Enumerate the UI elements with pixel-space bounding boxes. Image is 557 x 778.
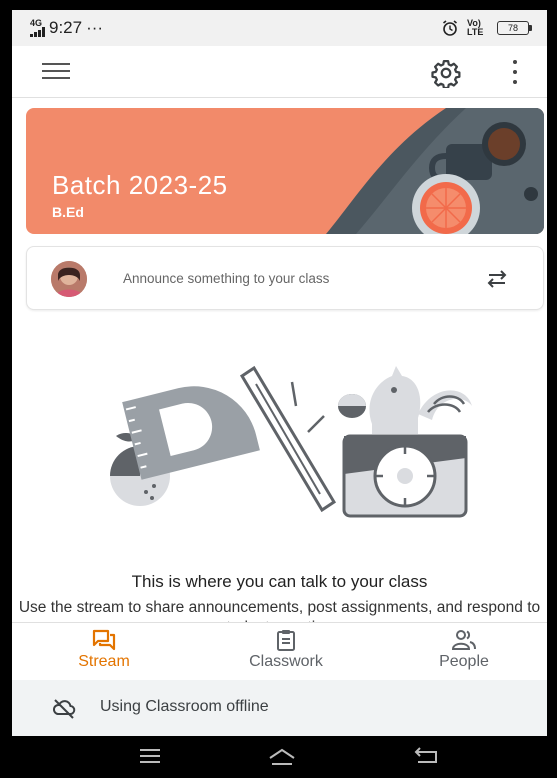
network-type: 4G (30, 18, 43, 28)
people-icon (452, 630, 476, 650)
system-nav-bar (12, 736, 547, 778)
tab-people-label: People (439, 653, 489, 670)
tab-classwork-label: Classwork (249, 653, 323, 670)
hamburger-icon[interactable] (42, 63, 70, 81)
stream-icon (92, 629, 116, 651)
tab-stream-label: Stream (78, 653, 130, 670)
status-right: Vo) LTE 78 (441, 18, 532, 37)
avatar-photo (51, 261, 87, 297)
announce-card[interactable]: Announce something to your class (26, 246, 544, 310)
signal-icon (30, 27, 45, 37)
volte-indicator: Vo) LTE (467, 18, 484, 37)
recents-icon[interactable] (138, 746, 162, 766)
cloud-off-icon (52, 699, 76, 719)
status-dots: ··· (86, 18, 104, 37)
empty-state-title: This is where you can talk to your class (131, 572, 428, 591)
status-bar: 4G 9:27 ··· Vo) LTE 78 (12, 10, 547, 46)
gear-icon[interactable] (431, 58, 461, 88)
offline-banner[interactable]: Using Classroom offline (12, 680, 547, 736)
class-section: B.Ed (52, 204, 84, 220)
battery-level: 78 (507, 23, 518, 33)
phone-screen: 4G 9:27 ··· Vo) LTE 78 Batch 2023-25 B.E… (12, 10, 547, 736)
avatar (51, 261, 87, 297)
more-vert-icon[interactable] (510, 60, 520, 84)
announce-placeholder[interactable]: Announce something to your class (123, 271, 329, 286)
back-icon[interactable] (414, 746, 440, 766)
class-title: Batch 2023-25 (52, 170, 228, 200)
alarm-icon (443, 20, 457, 36)
tab-stream[interactable]: Stream (34, 629, 174, 671)
swap-arrows-icon[interactable] (483, 265, 511, 293)
offline-text: Using Classroom offline (100, 698, 269, 715)
class-banner[interactable]: Batch 2023-25 B.Ed (26, 108, 544, 234)
network-indicator: 4G (30, 19, 45, 37)
home-icon[interactable] (266, 746, 298, 768)
battery-icon: 78 (497, 21, 532, 35)
app-bar (12, 46, 547, 98)
tab-people[interactable]: People (394, 629, 534, 671)
clipboard-icon (277, 630, 295, 651)
status-time: 9:27 (49, 18, 83, 37)
bottom-nav: Stream Classwork People (12, 622, 547, 680)
status-left: 4G 9:27 ··· (30, 18, 103, 38)
tab-classwork[interactable]: Classwork (216, 629, 356, 671)
empty-stream-illustration (110, 365, 472, 518)
